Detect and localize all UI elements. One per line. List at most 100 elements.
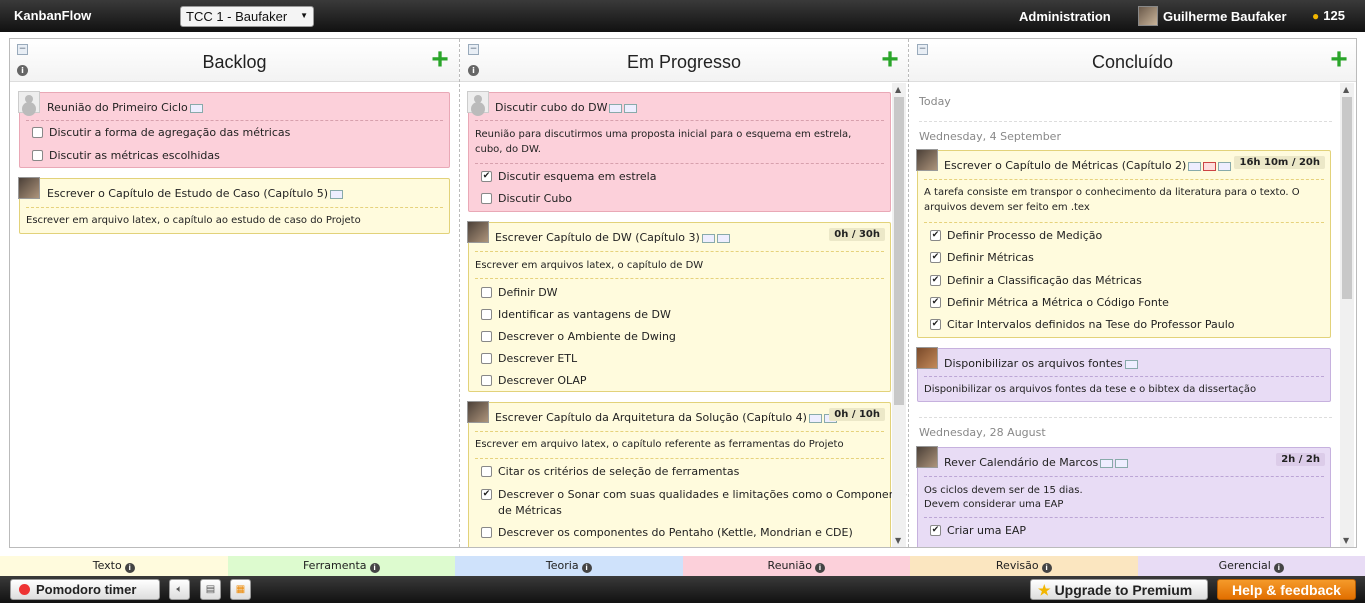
checkbox-checked[interactable]: ✔: [930, 525, 941, 536]
subtask[interactable]: Discutir a forma de agregação das métric…: [32, 126, 290, 139]
add-task-icon[interactable]: +: [430, 45, 450, 75]
checkbox-checked[interactable]: ✔: [481, 171, 492, 182]
add-task-icon[interactable]: +: [1329, 45, 1349, 75]
subtask[interactable]: ✔ Discutir esquema em estrela: [481, 170, 656, 183]
task-title: Discutir cubo do DW: [495, 101, 638, 114]
checklist-icon: [1218, 161, 1232, 171]
info-icon[interactable]: i: [369, 563, 380, 573]
legend-gerencial[interactable]: Gerencial i: [1137, 556, 1365, 576]
checkbox[interactable]: [32, 127, 43, 138]
checkbox[interactable]: [481, 309, 492, 320]
subtask[interactable]: ✔ Definir Métricas: [930, 251, 1034, 264]
sound-icon[interactable]: 🔈︎: [169, 579, 190, 600]
medal-icon: ●: [1312, 9, 1320, 23]
legend-ferramenta[interactable]: Ferramenta i: [227, 556, 455, 576]
subtask[interactable]: Citar os critérios de seleção de ferrame…: [481, 465, 739, 478]
info-icon[interactable]: i: [1273, 563, 1284, 573]
task-title: Escrever Capítulo de DW (Capítulo 3): [495, 231, 730, 244]
info-icon[interactable]: i: [124, 563, 135, 573]
avatar: [916, 149, 938, 171]
scrollbar[interactable]: ▲ ▼: [1340, 83, 1354, 547]
scrollbar[interactable]: ▲ ▼: [892, 83, 906, 547]
scroll-thumb[interactable]: [894, 97, 904, 405]
column-body: Today Wednesday, 4 September Escrever o …: [909, 83, 1356, 547]
divider: [26, 207, 443, 208]
legend-teoria[interactable]: Teoria i: [455, 556, 683, 576]
time-badge: 0h / 30h: [829, 228, 885, 241]
board-name: TCC 1 - Baufaker: [186, 9, 288, 24]
checkbox[interactable]: [32, 150, 43, 161]
scroll-up-icon[interactable]: ▲: [895, 85, 901, 94]
divider: [475, 120, 884, 121]
subtask[interactable]: Descrever OLAP: [481, 374, 587, 387]
info-icon[interactable]: i: [1041, 563, 1052, 573]
divider: [924, 179, 1324, 180]
info-icon[interactable]: i: [581, 563, 592, 573]
pomodoro-button[interactable]: Pomodoro timer: [10, 579, 160, 600]
calendar-icon: [1203, 161, 1217, 171]
task-card[interactable]: Reunião do Primeiro Ciclo Discutir a for…: [18, 91, 450, 168]
subtask[interactable]: ✔ Definir a Classificação das Métricas: [930, 274, 1142, 287]
checkbox-checked[interactable]: ✔: [930, 230, 941, 241]
checkbox[interactable]: [481, 287, 492, 298]
subtask[interactable]: ✔ Definir Processo de Medição: [930, 229, 1102, 242]
divider: [924, 517, 1324, 518]
app-logo[interactable]: KanbanFlow: [14, 8, 91, 23]
task-card[interactable]: Escrever o Capítulo de Métricas (Capítul…: [916, 149, 1331, 338]
subtask[interactable]: ✔ Criar uma EAP: [930, 524, 1026, 537]
avatar: [916, 347, 938, 369]
task-card[interactable]: Rever Calendário de Marcos 2h / 2h Os ci…: [916, 446, 1331, 547]
checkbox[interactable]: [481, 466, 492, 477]
star-icon: ★: [1038, 582, 1051, 598]
color-palette-icon[interactable]: ▦: [230, 579, 251, 600]
subtask[interactable]: Descrever ETL: [481, 352, 577, 365]
board-selector[interactable]: TCC 1 - Baufaker ▼: [180, 6, 314, 27]
task-card[interactable]: Escrever Capítulo da Arquitetura da Solu…: [467, 401, 907, 547]
administration-link[interactable]: Administration: [1019, 9, 1111, 24]
avatar: [916, 446, 938, 468]
checkbox-checked[interactable]: ✔: [481, 489, 492, 500]
scroll-up-icon[interactable]: ▲: [1343, 85, 1349, 94]
checkbox[interactable]: [481, 353, 492, 364]
checkbox-checked[interactable]: ✔: [930, 297, 941, 308]
points-counter[interactable]: ● 125: [1312, 8, 1345, 23]
help-feedback-button[interactable]: Help & feedback: [1217, 579, 1356, 600]
task-title: Disponibilizar os arquivos fontes: [944, 357, 1138, 370]
info-icon[interactable]: i: [814, 563, 825, 573]
scroll-down-icon[interactable]: ▼: [895, 536, 901, 545]
legend-texto[interactable]: Texto i: [0, 556, 228, 576]
checkbox[interactable]: [481, 527, 492, 538]
subtask[interactable]: Descrever o Ambiente de Dwing: [481, 330, 676, 343]
checkbox[interactable]: [481, 331, 492, 342]
subtask[interactable]: Identificar as vantagens de DW: [481, 308, 671, 321]
checkbox[interactable]: [481, 375, 492, 386]
upgrade-button[interactable]: ★ Upgrade to Premium: [1030, 579, 1208, 600]
legend-revisao[interactable]: Revisão i: [910, 556, 1138, 576]
time-badge: 0h / 10h: [829, 408, 885, 421]
subtask[interactable]: ✔ Descrever o Sonar com suas qualidades e…: [481, 488, 907, 501]
checkbox-checked[interactable]: ✔: [930, 252, 941, 263]
legend-reuniao[interactable]: Reunião i: [682, 556, 910, 576]
task-card[interactable]: Escrever Capítulo de DW (Capítulo 3) 0h …: [467, 221, 891, 392]
print-icon[interactable]: ▤: [200, 579, 221, 600]
subtask[interactable]: ✔ Definir Métrica a Métrica o Código Font…: [930, 296, 1169, 309]
color-legend: Texto i Ferramenta i Teoria i Reunião i Revi…: [0, 556, 1365, 576]
checkbox-checked[interactable]: ✔: [930, 319, 941, 330]
add-task-icon[interactable]: +: [880, 45, 900, 75]
checkbox[interactable]: [481, 193, 492, 204]
task-card[interactable]: Disponibilizar os arquivos fontes Dispon…: [916, 347, 1331, 402]
subtask[interactable]: Discutir as métricas escolhidas: [32, 149, 220, 162]
scroll-thumb[interactable]: [1342, 97, 1352, 299]
subtask[interactable]: Discutir Cubo: [481, 192, 572, 205]
checkbox-checked[interactable]: ✔: [930, 275, 941, 286]
subtask[interactable]: ✔ Citar Intervalos definidos na Tese do P…: [930, 318, 1235, 331]
subtask[interactable]: Definir DW: [481, 286, 558, 299]
user-menu[interactable]: Guilherme Baufaker: [1138, 6, 1287, 26]
day-label: Wednesday, 4 September: [919, 130, 1061, 143]
subtask[interactable]: Descrever os componentes do Pentaho (Ket…: [481, 526, 853, 539]
column-header: − i Backlog +: [10, 39, 459, 82]
scroll-down-icon[interactable]: ▼: [1343, 536, 1349, 545]
task-card[interactable]: Escrever o Capítulo de Estudo de Caso (C…: [18, 177, 450, 234]
divider: [26, 120, 443, 121]
task-card[interactable]: Discutir cubo do DW Reunião para discuti…: [467, 91, 891, 212]
